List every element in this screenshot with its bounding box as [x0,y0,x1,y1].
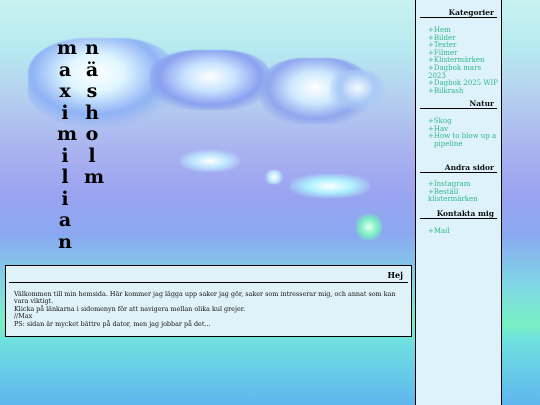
sidebar-link-pipeline-cont[interactable]: pipeline [428,140,501,149]
name-letter: m [84,166,105,188]
name-letter: l [61,166,69,188]
decorative-blob [290,174,370,198]
name-letter: ä [85,58,99,81]
sidebar-categories: Kategorier +Hem +Bilder +Texter +Filmer … [416,8,501,95]
welcome-line: Välkommen till min hemsida. Här kommer j… [14,290,396,306]
decorative-blob [150,50,270,110]
sidebar-link-dagbok-mars-2023[interactable]: +Dagbok mars 2023 [428,64,501,80]
name-letter: a [58,209,72,231]
site-name-last: n ä s h o l m [84,37,105,189]
sidebar-title: Natur [420,99,497,109]
site-name-first: m a x i m i l i a n [57,37,78,253]
welcome-line: PS: sidan är mycket bättre på dator, men… [14,319,211,328]
sidebar-title: Andra sidor [420,163,497,173]
name-letter: m [57,37,78,59]
sidebar-link-bestall[interactable]: +Beställ klistermärken [428,188,501,204]
welcome-title: Hej [9,266,408,283]
name-letter: i [61,187,69,210]
sidebar-other-pages: Andra sidor +Instagram +Beställ klisterm… [416,163,501,204]
decorative-blob [330,70,385,110]
name-letter: o [85,123,99,145]
welcome-panel: Hej Välkommen till min hemsida. Här komm… [5,265,412,337]
name-letter: x [59,80,71,102]
sidebar-link-bilkrash[interactable]: +Bilkrash [428,87,501,96]
decorative-blob [356,214,382,240]
sidebar-link-mail[interactable]: +Mail [428,227,501,236]
sidebar-title: Kontakta mig [420,209,497,219]
welcome-line: Klicka på länkarna i sidomenyn för att n… [14,304,246,313]
sidebar-nature: Natur +Skog +Hav +How to blow up a pipel… [416,99,501,148]
name-letter: i [61,144,69,167]
decorative-blob [265,170,283,184]
welcome-body: Välkommen till min hemsida. Här kommer j… [6,283,411,328]
sidebar-title: Kategorier [420,8,497,18]
name-letter: a [58,58,72,81]
decorative-blob [180,150,240,172]
sidebar: Kategorier +Hem +Bilder +Texter +Filmer … [415,0,502,405]
name-letter: m [57,123,78,145]
name-letter: n [58,230,72,253]
sidebar-contact: Kontakta mig +Mail [416,209,501,236]
name-letter: i [61,101,69,124]
name-letter: n [85,37,99,59]
name-letter: l [88,144,96,167]
name-letter: s [86,80,98,102]
name-letter: h [85,101,99,124]
